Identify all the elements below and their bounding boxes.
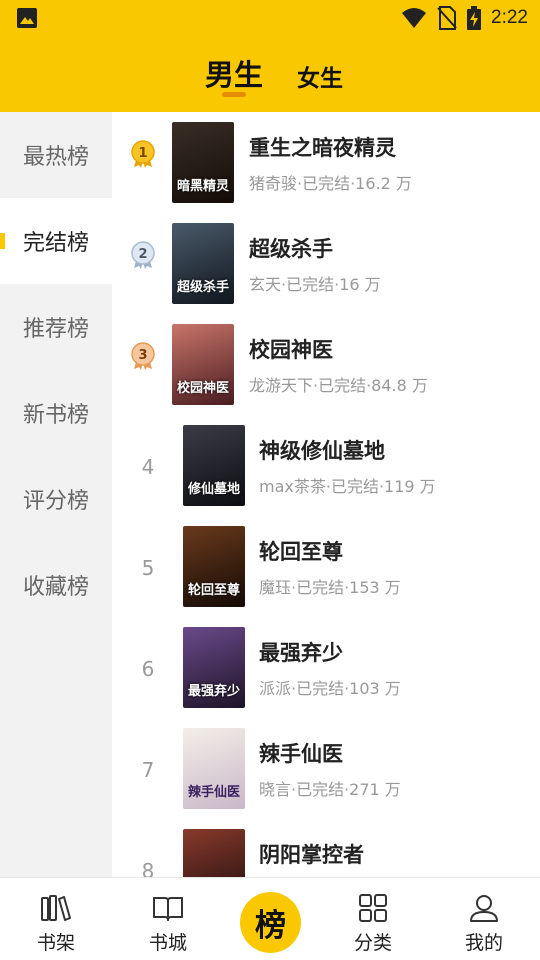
- book-meta: 派派·已完结·103 万: [259, 679, 401, 698]
- bronze-medal-icon: 3: [131, 342, 155, 370]
- list-item[interactable]: 6 最强弃少 最强弃少 派派·已完结·103 万: [112, 617, 540, 718]
- cover-title: 辣手仙医: [187, 785, 240, 800]
- tab-female[interactable]: 女生: [297, 59, 343, 93]
- silver-medal-icon: 2: [131, 241, 155, 269]
- sidebar-item-completed[interactable]: 完结榜: [0, 198, 112, 284]
- sidebar-item-rating[interactable]: 评分榜: [0, 456, 112, 542]
- book-meta: 魔珏·已完结·153 万: [259, 578, 401, 597]
- rank-number: 7: [141, 758, 155, 782]
- nav-label: 我的: [464, 932, 503, 954]
- book-cover[interactable]: 轮回至尊: [183, 526, 245, 607]
- gold-medal-icon: 1: [131, 140, 155, 168]
- cover-title: 轮回至尊: [187, 583, 240, 598]
- book-cover[interactable]: [183, 829, 245, 877]
- user-profile-icon: [470, 895, 498, 922]
- book-cover[interactable]: 校园神医: [172, 324, 234, 405]
- book-title[interactable]: 辣手仙医: [259, 738, 343, 768]
- sidebar-item-label: 新书榜: [22, 403, 89, 428]
- nav-mine[interactable]: 我的: [430, 878, 538, 960]
- bottom-nav: 书架 书城 榜 分类 我的: [0, 877, 540, 960]
- cover-title: 校园神医: [176, 381, 229, 396]
- rank-number: 3: [138, 348, 147, 363]
- sidebar-item-label: 收藏榜: [22, 575, 89, 600]
- rank-number: 6: [141, 657, 155, 681]
- nav-label: 书架: [36, 932, 75, 954]
- sidebar-item-favorites[interactable]: 收藏榜: [0, 542, 112, 628]
- book-cover[interactable]: 修仙墓地: [183, 425, 245, 506]
- no-sim-icon: [437, 6, 457, 30]
- book-meta: 龙游天下·已完结·84.8 万: [249, 376, 428, 395]
- book-title[interactable]: 超级杀手: [249, 233, 333, 263]
- battery-charging-icon: [467, 6, 482, 30]
- tab-active-indicator: [222, 92, 246, 97]
- book-title[interactable]: 校园神医: [249, 334, 333, 364]
- book-cover[interactable]: 辣手仙医: [183, 728, 245, 809]
- list-item[interactable]: 2 超级杀手 超级杀手 玄天·已完结·16 万: [112, 213, 540, 314]
- sidebar-item-label: 最热榜: [22, 145, 89, 170]
- rank-number: 4: [141, 455, 155, 479]
- rank-number: 8: [141, 859, 155, 877]
- sidebar-item-label: 评分榜: [22, 489, 89, 514]
- book-title[interactable]: 轮回至尊: [259, 536, 343, 566]
- cover-title: 暗黑精灵: [176, 179, 229, 194]
- nav-ranking[interactable]: 榜: [240, 892, 301, 953]
- book-cover[interactable]: 超级杀手: [172, 223, 234, 304]
- image-notification-icon: [17, 8, 37, 28]
- book-title[interactable]: 最强弃少: [259, 637, 343, 667]
- sidebar-item-hottest[interactable]: 最热榜: [0, 112, 112, 198]
- category-grid-icon: [359, 894, 387, 922]
- book-title[interactable]: 神级修仙墓地: [259, 435, 385, 465]
- status-time: 2:22: [491, 7, 528, 28]
- header: 2:22 男生 女生: [0, 0, 540, 112]
- cover-title: 超级杀手: [176, 280, 229, 295]
- open-book-icon: [153, 897, 183, 921]
- list-item[interactable]: 4 修仙墓地 神级修仙墓地 max茶茶·已完结·119 万: [112, 415, 540, 516]
- book-title[interactable]: 重生之暗夜精灵: [249, 132, 396, 162]
- book-cover[interactable]: 最强弃少: [183, 627, 245, 708]
- cover-title: 最强弃少: [187, 684, 240, 699]
- sidebar-item-recommended[interactable]: 推荐榜: [0, 284, 112, 370]
- ranking-sidebar: 最热榜 完结榜 推荐榜 新书榜 评分榜 收藏榜: [0, 112, 112, 877]
- nav-bookshelf[interactable]: 书架: [2, 878, 110, 960]
- book-cover[interactable]: 暗黑精灵: [172, 122, 234, 203]
- rank-number: 2: [138, 247, 147, 262]
- status-bar: 2:22: [0, 0, 540, 36]
- sidebar-item-label: 完结榜: [22, 231, 89, 256]
- list-item[interactable]: 1 暗黑精灵 重生之暗夜精灵 猪奇骏·已完结·16.2 万: [112, 112, 540, 213]
- list-item[interactable]: 7 辣手仙医 辣手仙医 晓言·已完结·271 万: [112, 718, 540, 819]
- cover-title: 修仙墓地: [187, 482, 240, 497]
- ranking-label: 榜: [255, 908, 286, 944]
- book-meta: max茶茶·已完结·119 万: [259, 477, 436, 496]
- nav-category[interactable]: 分类: [319, 878, 427, 960]
- wifi-icon: [402, 8, 427, 28]
- rank-number: 5: [141, 556, 155, 580]
- sidebar-item-new-books[interactable]: 新书榜: [0, 370, 112, 456]
- list-item[interactable]: 5 轮回至尊 轮回至尊 魔珏·已完结·153 万: [112, 516, 540, 617]
- status-right: 2:22: [401, 5, 528, 31]
- book-ranking-list: 1 暗黑精灵 重生之暗夜精灵 猪奇骏·已完结·16.2 万 2 超级杀手 超级杀…: [112, 112, 540, 877]
- bookshelf-icon: [41, 895, 71, 921]
- book-title[interactable]: 阴阳掌控者: [259, 839, 364, 869]
- tab-male[interactable]: 男生: [205, 52, 263, 94]
- rank-number: 1: [138, 146, 147, 161]
- nav-bookstore[interactable]: 书城: [114, 878, 222, 960]
- book-meta: 晓言·已完结·271 万: [259, 780, 401, 799]
- gender-tabs: 男生 女生: [0, 50, 540, 100]
- book-meta: 猪奇骏·已完结·16.2 万: [249, 174, 412, 193]
- nav-label: 分类: [353, 932, 392, 954]
- list-item[interactable]: 8 阴阳掌控者: [112, 819, 540, 877]
- nav-label: 书城: [148, 932, 187, 954]
- list-item[interactable]: 3 校园神医 校园神医 龙游天下·已完结·84.8 万: [112, 314, 540, 415]
- book-meta: 玄天·已完结·16 万: [249, 275, 381, 294]
- sidebar-item-label: 推荐榜: [22, 317, 89, 342]
